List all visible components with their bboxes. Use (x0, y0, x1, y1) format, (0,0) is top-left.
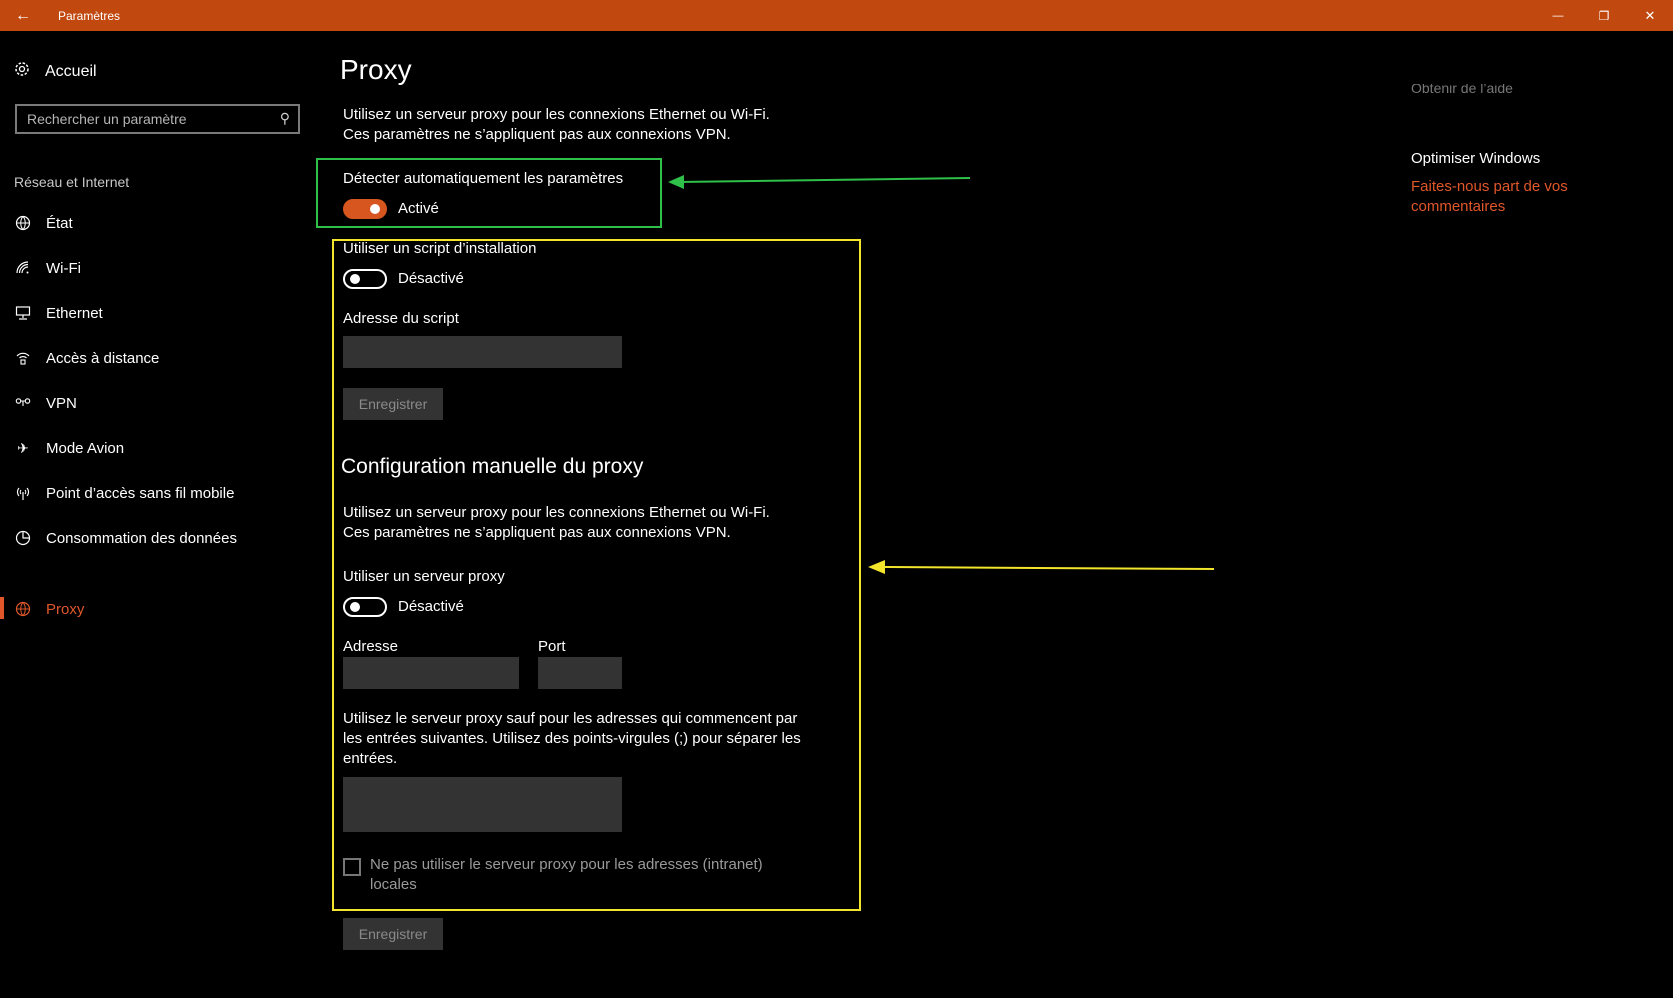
sidebar-item-vpn[interactable]: VPN (13, 391, 77, 415)
sidebar-item-label: Mode Avion (46, 439, 125, 457)
feedback-link[interactable]: Faites-nous part de vos commentaires (1411, 177, 1591, 217)
annotation-green-box (316, 158, 662, 228)
sidebar-item-label: État (46, 214, 73, 232)
search-input[interactable] (17, 110, 269, 128)
sidebar-item-mode-avion[interactable]: ✈ Mode Avion (13, 436, 124, 460)
globe-icon (13, 601, 33, 617)
intro-text-line2: Ces paramètres ne s’appliquent pas aux c… (343, 126, 731, 143)
vpn-icon (13, 395, 33, 411)
annotation-green-arrow (668, 175, 971, 189)
ethernet-icon (13, 305, 33, 321)
sidebar-item-label: Accès à distance (46, 349, 160, 367)
window-controls: — ❐ ✕ (1535, 0, 1673, 31)
dialup-icon (13, 350, 33, 366)
restore-button[interactable]: ❐ (1581, 0, 1627, 31)
annotation-yellow-box (332, 239, 861, 911)
sidebar-item-label: VPN (46, 394, 77, 412)
save-proxy-button[interactable]: Enregistrer (343, 918, 443, 950)
window-title: Paramètres (58, 8, 121, 23)
active-indicator (0, 597, 4, 619)
sidebar-item-label: Ethernet (46, 304, 103, 322)
nav-home-label: Accueil (45, 62, 97, 80)
sidebar-item-label: Consommation des données (46, 529, 237, 547)
sidebar-item-label: Wi-Fi (46, 259, 81, 277)
sidebar-item-ethernet[interactable]: Ethernet (13, 301, 103, 325)
wifi-icon (13, 260, 33, 276)
sidebar-item-label: Point d’accès sans fil mobile (46, 484, 235, 502)
intro-text-line1: Utilisez un serveur proxy pour les conne… (343, 106, 770, 123)
sidebar-item-wifi[interactable]: Wi-Fi (13, 256, 81, 280)
title-bar: ← Paramètres — ❐ ✕ (0, 0, 1673, 31)
hotspot-icon (13, 485, 33, 501)
search-box: ⚲ (15, 104, 300, 134)
airplane-icon: ✈ (17, 439, 29, 456)
sidebar-item-label: Proxy (46, 600, 85, 618)
minimize-button[interactable]: — (1535, 0, 1581, 31)
data-usage-icon (13, 530, 33, 546)
nav-home[interactable]: Accueil (13, 60, 97, 83)
optimize-heading: Optimiser Windows (1411, 150, 1541, 167)
section-label: Réseau et Internet (14, 174, 130, 190)
sidebar-item-point-acces[interactable]: Point d’accès sans fil mobile (13, 481, 234, 505)
sidebar-item-proxy[interactable]: Proxy (13, 597, 84, 621)
sidebar-item-consommation[interactable]: Consommation des données (13, 526, 237, 550)
sidebar-item-etat[interactable]: État (13, 211, 73, 235)
search-icon[interactable]: ⚲ (280, 110, 290, 127)
help-link-truncated[interactable]: Obtenir de l’aide (1411, 84, 1513, 97)
annotation-yellow-arrow (868, 560, 1215, 574)
sidebar-item-acces-distance[interactable]: Accès à distance (13, 346, 159, 370)
page-title: Proxy (340, 54, 412, 85)
close-button[interactable]: ✕ (1627, 0, 1673, 31)
gear-icon (13, 60, 31, 83)
globe-status-icon (13, 215, 33, 231)
back-button[interactable]: ← (0, 0, 46, 31)
